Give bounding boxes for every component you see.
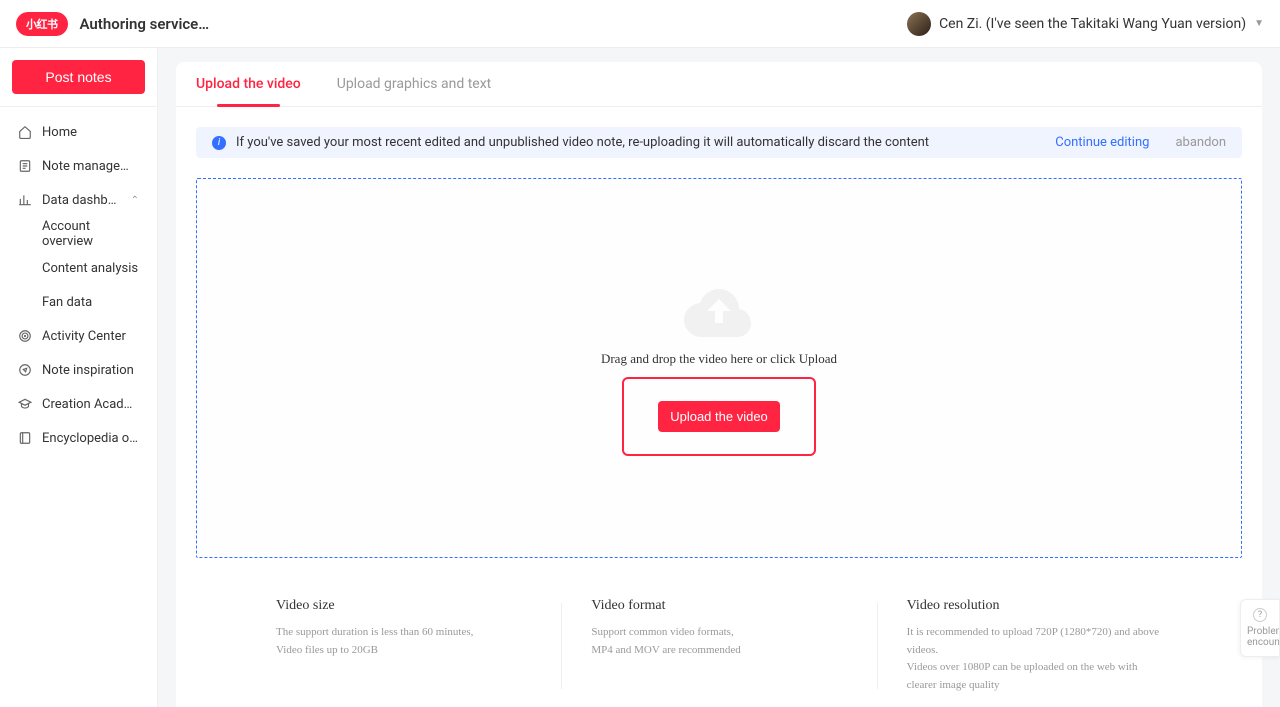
- info-line: Support common video formats,: [591, 624, 846, 642]
- info-col-resolution: Video resolution It is recommended to up…: [887, 598, 1182, 694]
- info-icon: i: [212, 136, 226, 150]
- info-col-size: Video size The support duration is less …: [256, 598, 551, 694]
- chart-icon: [18, 193, 32, 207]
- logo-badge[interactable]: 小红书: [16, 12, 68, 36]
- sidebar-item-label: Data dashboards: [42, 193, 121, 208]
- info-title: Video format: [591, 598, 846, 614]
- content-panel: Upload the video Upload graphics and tex…: [176, 62, 1262, 707]
- help-float-line: Problems: [1247, 626, 1273, 637]
- upload-button-highlight: Upload the video: [622, 377, 816, 456]
- sidebar-item-label: Note management: [42, 159, 139, 174]
- help-float-line: encountered: [1247, 637, 1273, 648]
- info-title: Video size: [276, 598, 531, 614]
- graduation-icon: [18, 397, 32, 411]
- alert-wrap: i If you've saved your most recent edite…: [176, 107, 1262, 178]
- sidebar-subitem-fan-data[interactable]: Fan data: [0, 285, 157, 319]
- sidebar-item-home[interactable]: Home: [0, 115, 157, 149]
- sidebar-item-label: Fan data: [42, 295, 92, 310]
- sidebar-item-activity-center[interactable]: Activity Center: [0, 319, 157, 353]
- info-line: It is recommended to upload 720P (1280*7…: [907, 624, 1162, 659]
- sidebar-item-creation-academy[interactable]: Creation Academy: [0, 387, 157, 421]
- dropzone-hint: Drag and drop the video here or click Up…: [601, 351, 837, 367]
- sidebar-item-label: Account overview: [42, 219, 139, 249]
- chevron-down-icon: ▼: [1254, 18, 1264, 29]
- post-notes-button[interactable]: Post notes: [12, 60, 145, 94]
- tab-upload-graphics[interactable]: Upload graphics and text: [337, 76, 492, 106]
- info-line: MP4 and MOV are recommended: [591, 642, 846, 660]
- user-name: Cen Zi. (I've seen the Takitaki Wang Yua…: [939, 16, 1246, 32]
- tabs: Upload the video Upload graphics and tex…: [176, 62, 1262, 107]
- sidebar-item-label: Content analysis: [42, 261, 138, 276]
- upload-video-button[interactable]: Upload the video: [658, 401, 780, 432]
- target-icon: [18, 329, 32, 343]
- compass-icon: [18, 363, 32, 377]
- post-button-wrap: Post notes: [0, 48, 157, 106]
- upload-dropzone[interactable]: Drag and drop the video here or click Up…: [196, 178, 1242, 558]
- sidebar-subitem-content-analysis[interactable]: Content analysis: [0, 251, 157, 285]
- book-icon: [18, 431, 32, 445]
- info-line: Videos over 1080P can be uploaded on the…: [907, 659, 1162, 694]
- info-columns: Video size The support duration is less …: [176, 558, 1262, 707]
- sidebar-item-label: Note inspiration: [42, 363, 139, 378]
- sidebar-item-label: Activity Center: [42, 329, 139, 344]
- help-float-button[interactable]: ? Problems encountered: [1240, 599, 1280, 657]
- sidebar-item-label: Encyclopedia of c…: [42, 431, 139, 446]
- app-title: Authoring service…: [80, 15, 210, 33]
- sidebar-item-note-inspiration[interactable]: Note inspiration: [0, 353, 157, 387]
- note-icon: [18, 159, 32, 173]
- sidebar: Post notes Home Note management Data das…: [0, 48, 158, 707]
- cloud-upload-icon: [679, 281, 759, 341]
- main-area: Upload the video Upload graphics and tex…: [158, 48, 1280, 707]
- sidebar-item-data-dashboards[interactable]: Data dashboards ⌃: [0, 183, 157, 217]
- info-line: Video files up to 20GB: [276, 642, 531, 660]
- header-left: 小红书 Authoring service…: [16, 12, 209, 36]
- header: 小红书 Authoring service… Cen Zi. (I've see…: [0, 0, 1280, 48]
- info-alert: i If you've saved your most recent edite…: [196, 127, 1242, 158]
- alert-text: If you've saved your most recent edited …: [236, 135, 1045, 150]
- tab-upload-video[interactable]: Upload the video: [196, 76, 301, 106]
- home-icon: [18, 125, 32, 139]
- sidebar-item-label: Creation Academy: [42, 397, 139, 412]
- sidebar-item-label: Home: [42, 125, 139, 140]
- sidebar-subitem-account-overview[interactable]: Account overview: [0, 217, 157, 251]
- question-icon: ?: [1253, 608, 1267, 622]
- user-menu[interactable]: Cen Zi. (I've seen the Takitaki Wang Yua…: [907, 12, 1264, 36]
- info-title: Video resolution: [907, 598, 1162, 614]
- abandon-link[interactable]: abandon: [1175, 135, 1226, 150]
- sidebar-item-note-management[interactable]: Note management: [0, 149, 157, 183]
- info-col-format: Video format Support common video format…: [571, 598, 866, 694]
- sidebar-separator: [0, 106, 157, 107]
- chevron-up-icon: ⌃: [131, 195, 139, 206]
- info-line: The support duration is less than 60 min…: [276, 624, 531, 642]
- avatar: [907, 12, 931, 36]
- continue-editing-link[interactable]: Continue editing: [1055, 135, 1149, 150]
- sidebar-item-encyclopedia[interactable]: Encyclopedia of c…: [0, 421, 157, 455]
